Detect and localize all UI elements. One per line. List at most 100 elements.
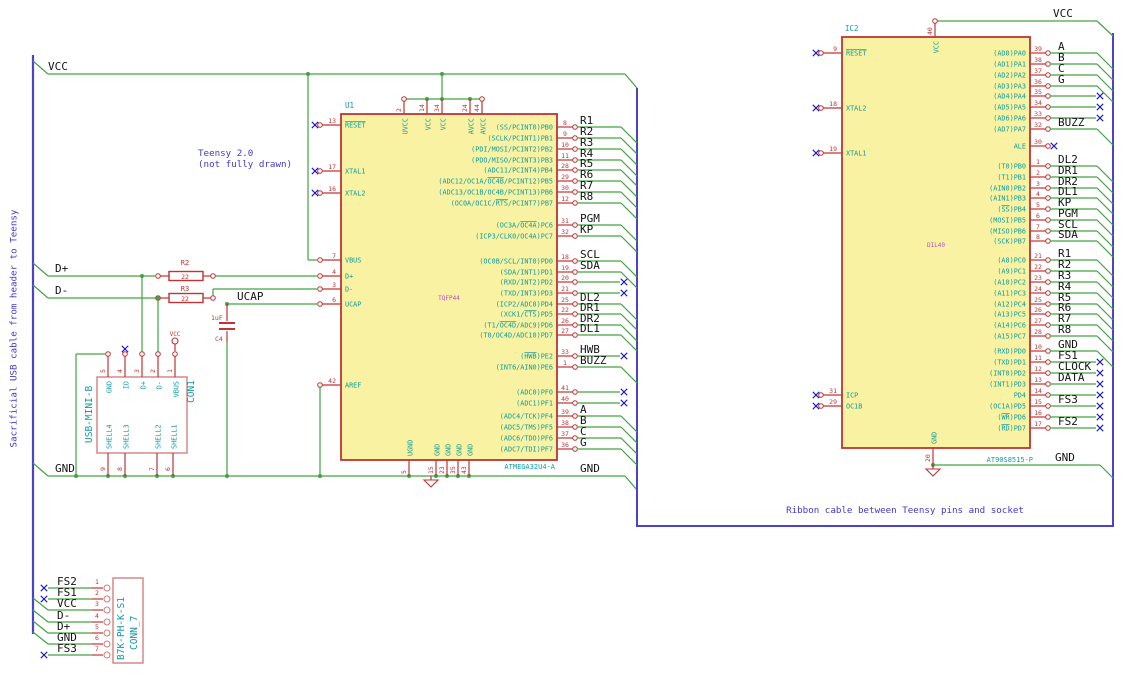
pin-end-circle xyxy=(1045,93,1051,99)
u1-pin-17-name: XTAL1 xyxy=(345,167,365,175)
u1-pin-21-number: 21 xyxy=(561,285,569,293)
bus-entry xyxy=(32,597,49,611)
pin-end-circle xyxy=(1045,381,1051,387)
bus-entry xyxy=(1096,240,1114,258)
c4-reference: C4 xyxy=(215,335,223,343)
pin-end-circle xyxy=(572,258,578,264)
ic2-pin-38-name: (AD1)PA1 xyxy=(993,60,1026,68)
conn7-pin-6-number: 6 xyxy=(95,634,99,642)
pin-end-circle xyxy=(572,124,578,130)
u1-pin-1-number: 1 xyxy=(563,359,567,367)
pin-end-circle xyxy=(1045,195,1051,201)
pin-end-circle xyxy=(572,446,578,452)
ic2-pin-9-name: RESET xyxy=(846,49,866,57)
pin-end-circle xyxy=(317,286,323,292)
con1-pin-2-name: D- xyxy=(156,381,164,389)
pin-end-circle xyxy=(1045,143,1051,149)
pin-end-circle xyxy=(1045,83,1051,89)
conn7-reference: CONN_7 xyxy=(129,616,140,650)
ic2-pin-39-number: 39 xyxy=(1034,45,1042,53)
ic2-pin-4-number: 4 xyxy=(1036,190,1040,198)
ic2-pin-19-number: 19 xyxy=(829,145,837,153)
conn7-pin-1-number: 1 xyxy=(95,578,99,586)
u1-pin-25-number: 25 xyxy=(561,296,569,304)
ic2-pin-23-name: (A10)PC2 xyxy=(993,278,1026,286)
ic2-pin-32-name: (AD7)PA7 xyxy=(993,125,1026,133)
con1-pin-4-name: ID xyxy=(123,381,131,389)
u1-pin-41-name: (ADC0)PF0 xyxy=(516,388,553,396)
ic2-pin-5-name: (SS)PB4 xyxy=(997,205,1026,213)
ic2-pin-30-number: 30 xyxy=(1034,138,1042,146)
ic2-pin-25-number: 25 xyxy=(1034,296,1042,304)
u1-pin-7-name: VBUS xyxy=(345,256,361,264)
ic2-pin-40-number: 40 xyxy=(926,27,934,35)
u1-pin-31-name: (OC3A/OC4A)PC6 xyxy=(496,221,553,229)
pin-end-circle xyxy=(572,135,578,141)
con1-pin-9-number: 9 xyxy=(99,467,107,471)
u1-pin-5-number: 5 xyxy=(400,470,408,474)
ic2-pin-21-name: (A8)PC0 xyxy=(997,256,1026,264)
u1-pin-16-number: 16 xyxy=(328,185,336,193)
ic2-reference: IC2 xyxy=(845,24,859,33)
u1-pin-38-number: 38 xyxy=(561,419,569,427)
pin-end-circle xyxy=(155,273,161,279)
conn7-pin-4-number: 4 xyxy=(95,612,99,620)
con1-pin-7-name: SHELL2 xyxy=(155,424,163,449)
u1-pin-19-number: 19 xyxy=(561,264,569,272)
ic2-pin-17-number: 17 xyxy=(1034,420,1042,428)
u1-pin-10-name: (PDI/MOSI/PCINT2)PB2 xyxy=(471,145,553,153)
ic2-pin-8-name: (SCK)PB7 xyxy=(993,237,1026,245)
u1-pin-26-number: 26 xyxy=(561,317,569,325)
note-ribbon-cable: Ribbon cable between Teensy pins and soc… xyxy=(786,505,1024,516)
conn7-pin-7-number: 7 xyxy=(95,645,99,653)
pin-end-circle xyxy=(572,290,578,296)
u1-pin-1-name: (INT6/AIN0)PE6 xyxy=(496,363,553,371)
ic2-pin-37-number: 37 xyxy=(1034,67,1042,75)
r2-reference: R2 xyxy=(181,259,189,267)
wire xyxy=(32,60,49,75)
ic2-pin-23-number: 23 xyxy=(1034,274,1042,282)
bus-entry xyxy=(32,631,49,645)
ic2-pin-9-number: 9 xyxy=(833,45,837,53)
u1-pin-44-number: 44 xyxy=(473,104,481,112)
pin-end-circle xyxy=(572,364,578,370)
pin-end-circle xyxy=(572,424,578,430)
ic2-part-number: AT90S8515-P xyxy=(987,456,1033,464)
ic2-pin-18-number: 18 xyxy=(829,100,837,108)
net-label-DL1: DL1 xyxy=(580,322,600,335)
ic2-pin-40-name: VCC xyxy=(933,41,941,53)
ic2-pin-28-name: (A15)PC7 xyxy=(993,332,1026,340)
net-label-VCC: VCC xyxy=(48,60,68,73)
net-label-GND: GND xyxy=(55,462,75,475)
net-label-UCAP: UCAP xyxy=(237,290,264,303)
pin-end-circle xyxy=(317,382,323,388)
pin-end-circle xyxy=(1045,104,1051,110)
ic2-pin-15-name: (OC1A)PD5 xyxy=(989,402,1026,410)
con1-pin-6-name: SHELL1 xyxy=(171,424,179,449)
r2-value: 22 xyxy=(181,273,189,281)
pin-end-circle xyxy=(1045,392,1051,398)
pin-end-circle xyxy=(818,150,824,156)
u1-pin-28-number: 28 xyxy=(561,162,569,170)
con1-pin-5-number: 5 xyxy=(99,369,107,373)
bus-entry xyxy=(624,73,638,89)
net-label-FS3: FS3 xyxy=(1058,393,1078,406)
ic2-pin-15-number: 15 xyxy=(1034,398,1042,406)
net-label-GND: GND xyxy=(580,462,600,475)
u1-pin-13-name: RESET xyxy=(345,121,365,129)
pin-end-circle xyxy=(572,189,578,195)
u1-pin-13-number: 13 xyxy=(328,117,336,125)
pin-end-circle xyxy=(1045,61,1051,67)
pin-end-circle xyxy=(818,392,824,398)
ic2-pin-31-name: ICP xyxy=(846,391,858,399)
net-label-BUZZ: BUZZ xyxy=(580,354,607,367)
pin-end-circle xyxy=(572,400,578,406)
pin-end-circle xyxy=(1045,185,1051,191)
pin-end-circle xyxy=(1045,322,1051,328)
u1-pin-33-number: 33 xyxy=(561,348,569,356)
u1-pin-16-name: XTAL2 xyxy=(345,189,365,197)
con1-reference: CON1 xyxy=(186,380,197,403)
pin-end-circle xyxy=(155,351,161,357)
pin-end-circle xyxy=(572,389,578,395)
conn7-pin-3-number: 3 xyxy=(95,600,99,608)
